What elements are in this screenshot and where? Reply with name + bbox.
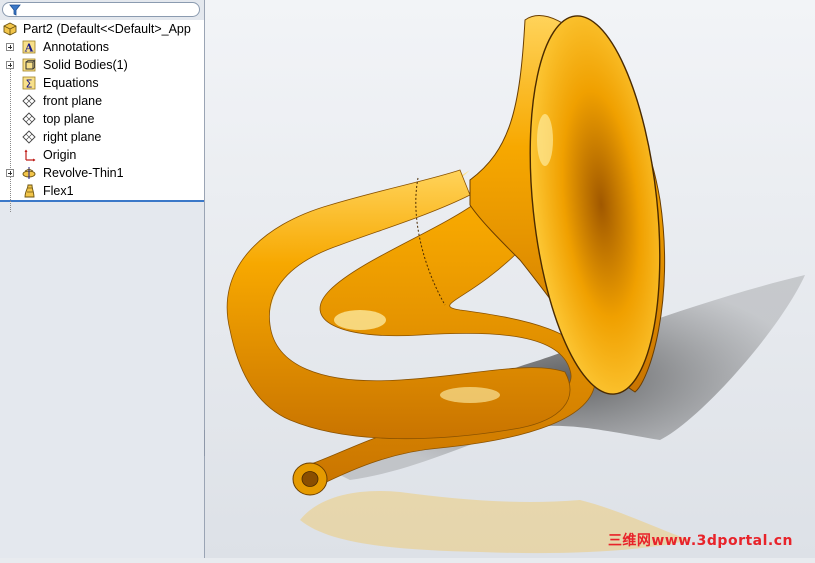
tree-item-annotations[interactable]: A Annotations bbox=[0, 38, 204, 56]
revolve-icon bbox=[22, 167, 36, 179]
expand-toggle[interactable] bbox=[6, 61, 14, 69]
tree-root-label: Part2 (Default<<Default>_App bbox=[23, 22, 191, 36]
annotations-icon: A bbox=[22, 40, 36, 54]
graphics-viewport[interactable] bbox=[205, 0, 815, 558]
svg-text:Σ: Σ bbox=[26, 78, 33, 91]
tree-item-label: right plane bbox=[43, 130, 102, 144]
filter-icon[interactable] bbox=[9, 4, 21, 16]
solid-bodies-icon bbox=[22, 58, 36, 72]
specular-highlight bbox=[334, 310, 386, 330]
equations-icon: Σ bbox=[22, 76, 36, 90]
feature-tree: Part2 (Default<<Default>_App A Annotatio… bbox=[0, 20, 204, 212]
tree-item-right-plane[interactable]: right plane bbox=[0, 128, 204, 146]
tree-item-label: Annotations bbox=[43, 40, 110, 54]
tree-item-label: Origin bbox=[43, 148, 77, 162]
origin-icon bbox=[24, 149, 36, 162]
flex-icon bbox=[24, 184, 35, 198]
tree-item-label: Equations bbox=[43, 76, 99, 90]
feature-manager-panel: Part2 (Default<<Default>_App A Annotatio… bbox=[0, 0, 205, 558]
tree-item-top-plane[interactable]: top plane bbox=[0, 110, 204, 128]
horn-mouthpiece-hole bbox=[301, 471, 319, 487]
expand-toggle[interactable] bbox=[6, 43, 14, 51]
tree-item-label: Solid Bodies(1) bbox=[43, 58, 128, 72]
plane-icon bbox=[22, 94, 36, 108]
horn-model[interactable] bbox=[205, 0, 815, 558]
plane-icon bbox=[22, 112, 36, 126]
specular-highlight bbox=[440, 387, 500, 403]
svg-text:A: A bbox=[24, 42, 34, 55]
plane-icon bbox=[22, 130, 36, 144]
tree-filter-input[interactable] bbox=[2, 2, 200, 17]
tree-item-label: Flex1 bbox=[43, 184, 74, 198]
tree-item-solid-bodies[interactable]: Solid Bodies(1) bbox=[0, 56, 204, 74]
tree-item-label: Revolve-Thin1 bbox=[43, 166, 124, 180]
specular-highlight bbox=[537, 114, 553, 166]
tree-item-revolve-thin1[interactable]: Revolve-Thin1 bbox=[0, 164, 204, 182]
part-icon bbox=[3, 22, 17, 36]
tree-root-part[interactable]: Part2 (Default<<Default>_App bbox=[0, 20, 204, 38]
tree-item-equations[interactable]: Σ Equations bbox=[0, 74, 204, 92]
tree-item-flex1[interactable]: Flex1 bbox=[0, 182, 204, 200]
tree-item-label: front plane bbox=[43, 94, 103, 108]
tree-item-front-plane[interactable]: front plane bbox=[0, 92, 204, 110]
tree-item-label: top plane bbox=[43, 112, 95, 126]
tree-item-origin[interactable]: Origin bbox=[0, 146, 204, 164]
watermark: 三维网www.3dportal.cn bbox=[607, 533, 793, 549]
expand-toggle[interactable] bbox=[6, 169, 14, 177]
